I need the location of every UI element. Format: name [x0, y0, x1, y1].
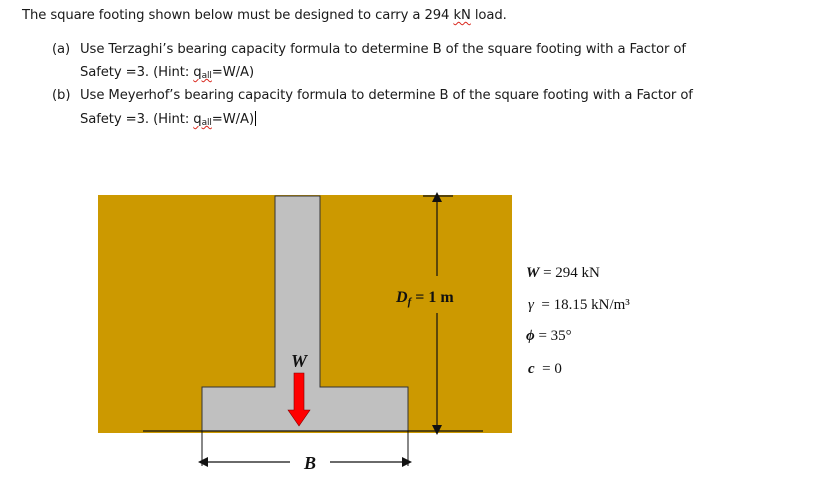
parameter-list: W = 294 kN γ = 18.15 kN/m³ ϕ = 35° c = 0: [526, 265, 630, 377]
param-c-value: = 0: [535, 361, 562, 377]
param-gamma: γ = 18.15 kN/m³: [528, 297, 630, 313]
depth-symbol: D: [395, 289, 408, 306]
param-phi-symbol: ϕ: [526, 328, 535, 344]
depth-value: = 1 m: [411, 289, 454, 306]
param-w: W = 294 kN: [526, 265, 600, 281]
depth-label: Df = 1 m: [395, 289, 454, 308]
param-c: c = 0: [528, 361, 562, 377]
load-label: W: [291, 351, 309, 371]
param-gamma-value: = 18.15 kN/m³: [534, 297, 630, 313]
param-phi-value: = 35°: [535, 328, 572, 344]
footing-diagram: B Df = 1 m W W = 294 kN γ = 18.15 kN/m³ …: [98, 192, 630, 473]
width-label: B: [303, 453, 316, 473]
param-w-value: = 294 kN: [539, 265, 600, 281]
param-phi: ϕ = 35°: [526, 328, 572, 344]
